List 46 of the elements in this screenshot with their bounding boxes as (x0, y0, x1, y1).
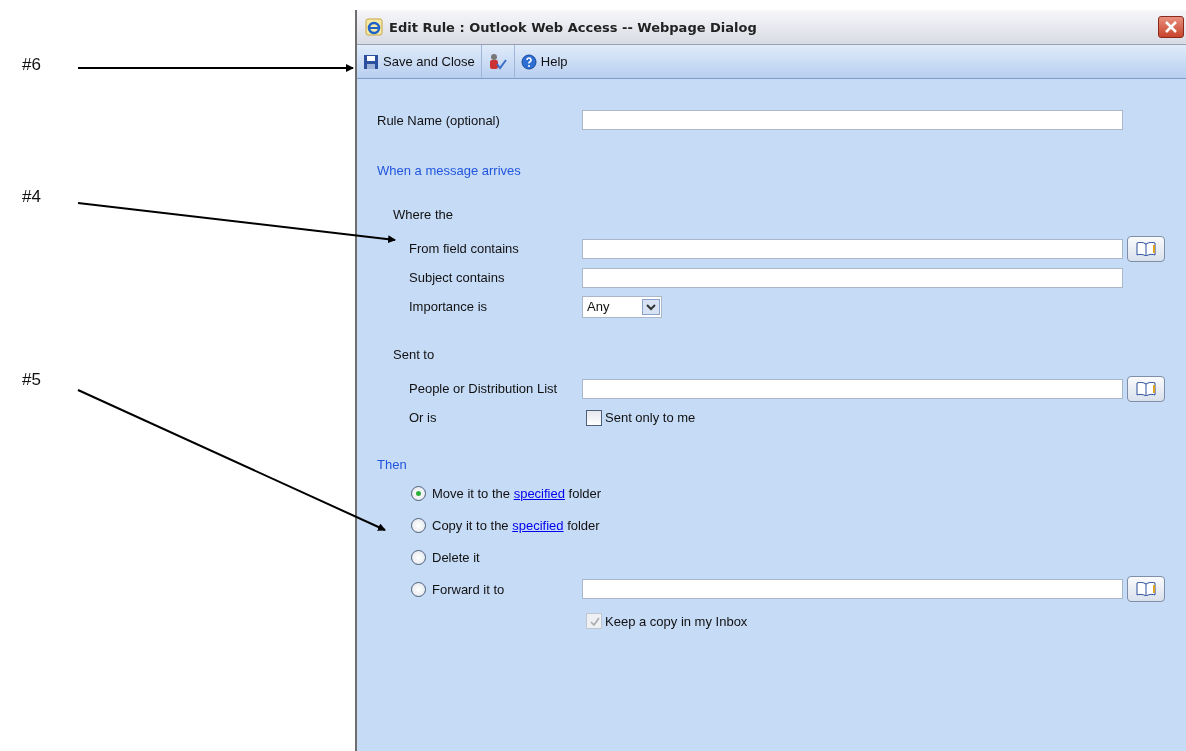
option-label: Copy it to the specified folder (432, 517, 600, 533)
callout-label: #6 (22, 55, 41, 75)
help-icon[interactable] (520, 53, 537, 70)
checkbox-label: Keep a copy in my Inbox (605, 613, 748, 629)
open-book-icon[interactable] (1136, 241, 1156, 256)
address-book-button[interactable] (1127, 235, 1165, 262)
callout-label: #5 (22, 370, 41, 390)
open-book-icon[interactable] (1136, 381, 1156, 396)
forward-to-field[interactable] (582, 579, 1123, 599)
option-label: Forward it to (432, 581, 505, 597)
save-and-close-button[interactable]: Save and Close (357, 45, 482, 78)
section-heading: Then (377, 457, 408, 472)
radio-button[interactable] (411, 517, 426, 533)
text-field[interactable] (582, 267, 1123, 288)
person-check-icon[interactable] (487, 52, 508, 71)
radio-button[interactable] (411, 485, 426, 501)
text-field[interactable] (582, 238, 1123, 259)
rule-name-field[interactable] (582, 110, 1123, 130)
text-field[interactable] (582, 378, 1123, 399)
address-book-button[interactable] (1127, 576, 1165, 602)
browser-e-icon (365, 18, 383, 36)
option-label: Delete it (432, 549, 480, 565)
section-heading: When a message arrives (377, 163, 522, 178)
open-book-icon[interactable] (1136, 582, 1156, 596)
field-label: Importance is (408, 299, 489, 314)
option-label: Move it to the specified folder (432, 485, 602, 501)
address-book-button[interactable] (1127, 375, 1165, 402)
field-label: Subject contains (408, 270, 506, 285)
callout-label: #4 (22, 187, 41, 207)
field-label: People or Distribution List (408, 381, 559, 396)
radio-button[interactable] (411, 549, 426, 565)
field-label: Or is (408, 410, 438, 425)
specified-link[interactable]: specified (513, 485, 565, 501)
field-label: From field contains (408, 241, 520, 256)
checkbox-label: Sent only to me (605, 410, 696, 425)
group-heading: Where the (392, 207, 454, 222)
specified-link[interactable]: specified (512, 517, 564, 533)
group-heading: Sent to (392, 347, 436, 362)
window-title: Edit Rule : Outlook Web Access -- Webpage Dialog (389, 19, 758, 35)
checkbox[interactable] (586, 409, 602, 426)
importance-dropdown[interactable]: Any (582, 295, 662, 318)
radio-button[interactable] (411, 581, 426, 597)
help-button[interactable]: Help (514, 45, 574, 78)
close-icon[interactable] (1164, 20, 1178, 34)
rule-name-label: Rule Name (optional) (377, 112, 501, 128)
close-button[interactable] (1158, 16, 1184, 38)
